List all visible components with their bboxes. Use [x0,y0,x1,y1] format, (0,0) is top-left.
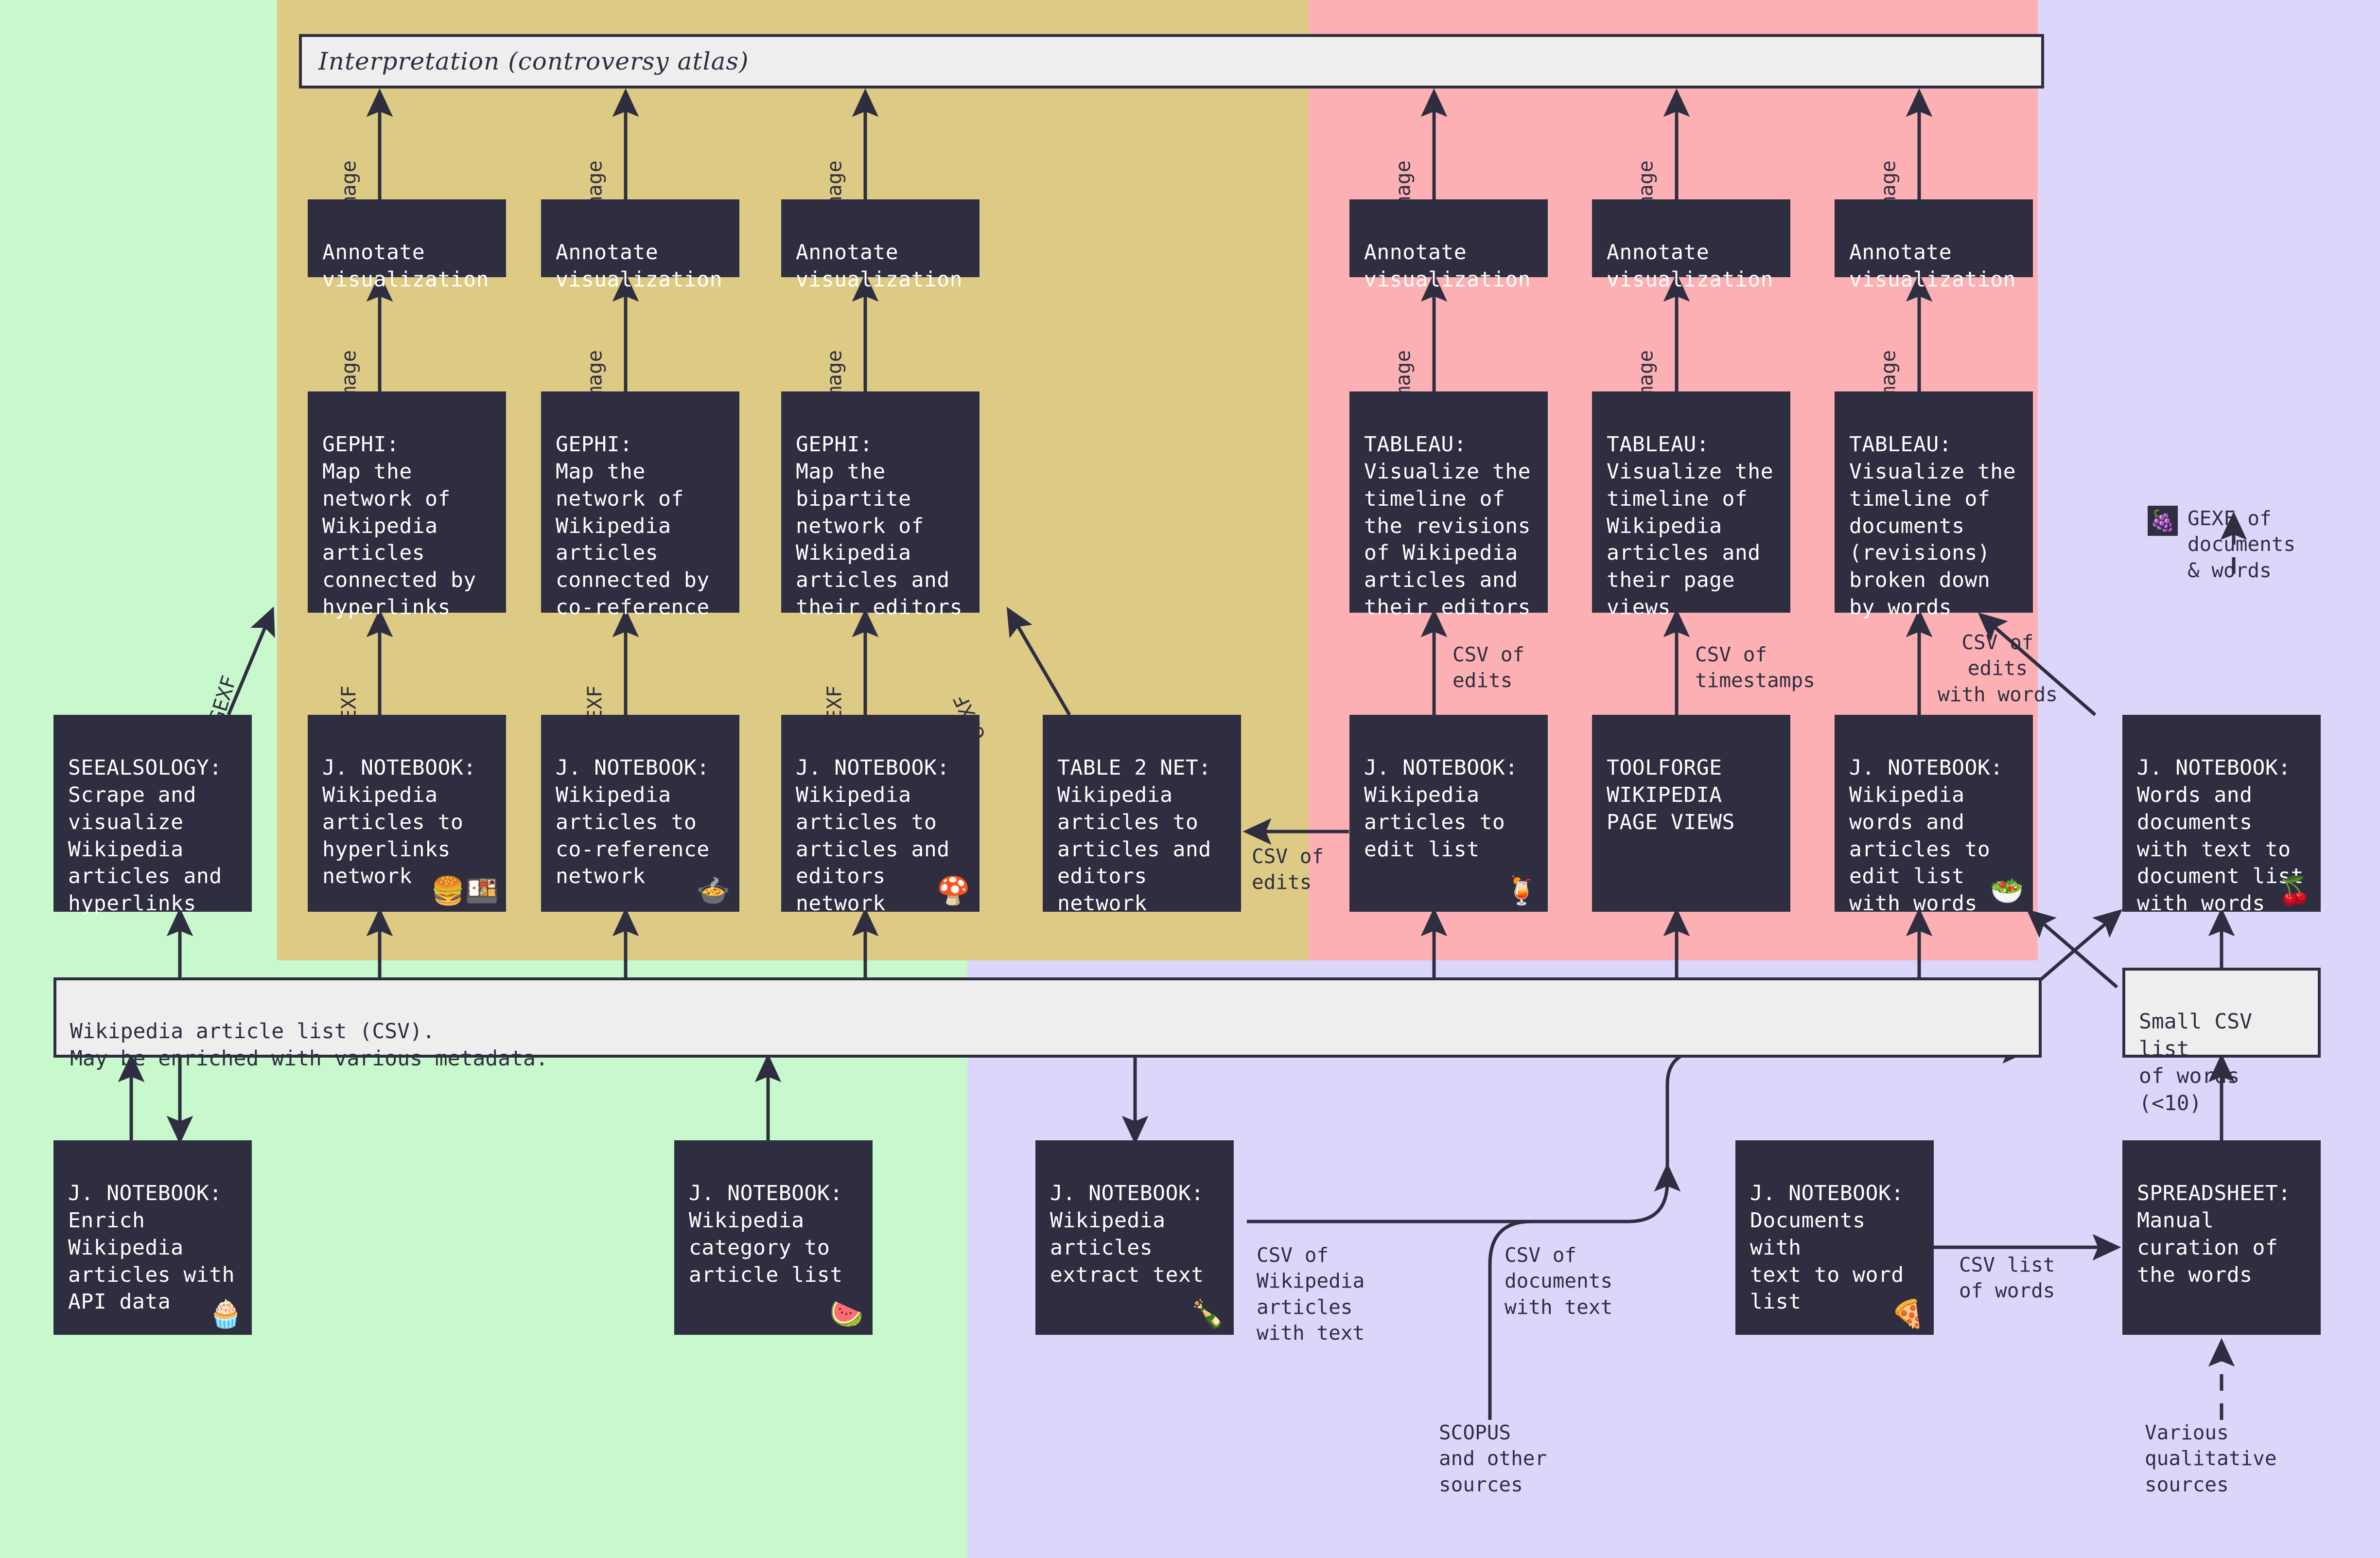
node-label: Annotate visualization [796,240,963,292]
data-wikipedia-article-list: Wikipedia article list (CSV). May be enr… [53,977,2042,1071]
node-label: GEPHI: Map the network of Wikipedia arti… [556,432,710,620]
node-label: J. NOTEBOOK: Wikipedia articles to artic… [796,755,950,916]
edge-label-csv-of-edits-up: CSV of edits [1452,643,1525,692]
node-notebook-category-to-article-list[interactable]: J. NOTEBOOK: Wikipedia category to artic… [674,1140,873,1335]
edge-label-image-12: Image [1876,350,1900,410]
node-label: TABLEAU: Visualize the timeline of docum… [1849,432,2016,620]
node-annotate-visualization-6[interactable]: Annotate visualization [1835,199,2033,292]
legend-gexf-documents-words: 🍇 GEXF of documents & words [2148,506,2352,584]
node-table2net[interactable]: TABLE 2 NET: Wikipedia articles to artic… [1043,715,1241,916]
edge-label-image-10: Image [1391,350,1415,410]
pot-of-food-icon: 🍲 [696,875,731,907]
mushroom-icon: 🍄 [936,875,971,907]
node-label: J. NOTEBOOK: Documents with text to word… [1750,1181,1904,1314]
node-label: Annotate visualization [556,240,723,292]
cherries-icon: 🍒 [2277,875,2312,907]
tropical-drink-icon: 🍹 [1505,875,1539,907]
edge-label-csv-wikipedia-articles-with-text: CSV of Wikipedia articles with text [1257,1243,1365,1345]
interpretation-label: Interpretation (controversy atlas) [318,47,749,75]
node-label: TABLEAU: Visualize the timeline of Wikip… [1607,432,1774,620]
edge-label-gexf-2: GEXF [337,685,361,734]
edge-label-image-3: Image [822,160,846,221]
data-label: Wikipedia article list (CSV). May be enr… [70,1019,548,1071]
node-notebook-documents-to-word-list[interactable]: J. NOTEBOOK: Documents with text to word… [1735,1140,1934,1335]
edge-label-image-4: Image [1391,160,1415,221]
champagne-bottle-icon: 🍾 [1190,1298,1225,1330]
edge-label-gexf-4: GEXF [822,685,846,734]
node-seealsology[interactable]: SEEALSOLOGY: Scrape and visualize Wikipe… [53,715,252,916]
node-gephi-bipartite-network[interactable]: GEPHI: Map the bipartite network of Wiki… [781,391,980,620]
edge-label-image-7: Image [337,350,361,410]
edge-label-csv-of-edits-with-words: CSV of edits with words [1938,631,2058,706]
node-label: J. NOTEBOOK: Wikipedia articles to co-re… [556,755,710,889]
node-label: J. NOTEBOOK: Wikipedia articles to hyper… [322,755,476,889]
interpretation-box: Interpretation (controversy atlas) [299,34,2044,89]
node-notebook-coreference-network[interactable]: J. NOTEBOOK: Wikipedia articles to co-re… [541,715,739,912]
edge-label-csv-list-of-words: CSV list of words [1959,1253,2055,1303]
node-label: J. NOTEBOOK: Wikipedia words and article… [1849,755,2003,916]
node-notebook-edit-list[interactable]: J. NOTEBOOK: Wikipedia articles to edit … [1349,715,1548,912]
node-annotate-visualization-5[interactable]: Annotate visualization [1592,199,1790,292]
pizza-icon: 🍕 [1890,1298,1925,1330]
node-notebook-editors-network[interactable]: J. NOTEBOOK: Wikipedia articles to artic… [781,715,980,916]
node-label: Annotate visualization [322,240,490,292]
node-annotate-visualization-2[interactable]: Annotate visualization [541,199,739,292]
node-tableau-revisions-timeline[interactable]: TABLEAU: Visualize the timeline of the r… [1349,391,1548,620]
edge-label-image-2: Image [583,160,607,221]
node-label: SEEALSOLOGY: Scrape and visualize Wikipe… [68,755,222,916]
node-label: TABLE 2 NET: Wikipedia articles to artic… [1057,755,1211,916]
edge-label-image-6: Image [1876,160,1900,221]
node-annotate-visualization-3[interactable]: Annotate visualization [781,199,980,292]
node-label: J. NOTEBOOK: Wikipedia articles extract … [1050,1181,1204,1287]
node-label: Annotate visualization [1849,240,2016,292]
edge-label-image-5: Image [1634,160,1658,221]
node-label: SPREADSHEET: Manual curation of the word… [2137,1181,2291,1287]
node-tableau-pageviews-timeline[interactable]: TABLEAU: Visualize the timeline of Wikip… [1592,391,1790,620]
edge-label-image-11: Image [1634,350,1658,410]
node-gephi-hyperlinks-network[interactable]: GEPHI: Map the network of Wikipedia arti… [308,391,506,620]
edge-label-image-8: Image [583,350,607,410]
legend-label: GEXF of documents & words [2188,507,2296,582]
node-notebook-enrich-api[interactable]: J. NOTEBOOK: Enrich Wikipedia articles w… [53,1140,252,1335]
edge-label-csv-of-timestamps: CSV of timestamps [1695,643,1815,692]
edge-label-image-9: Image [822,350,846,410]
node-notebook-words-edit-list[interactable]: J. NOTEBOOK: Wikipedia words and article… [1835,715,2033,916]
node-label: TOOLFORGE WIKIPEDIA PAGE VIEWS [1607,755,1735,834]
node-label: J. NOTEBOOK: Wikipedia category to artic… [689,1181,843,1287]
node-annotate-visualization-4[interactable]: Annotate visualization [1349,199,1548,292]
node-label: GEPHI: Map the network of Wikipedia arti… [322,432,476,620]
cupcake-icon: 🧁 [209,1298,243,1330]
node-notebook-words-documents[interactable]: J. NOTEBOOK: Words and documents with te… [2122,715,2321,916]
edge-label-csv-of-edits-left: CSV of edits [1252,845,1324,894]
node-label: Annotate visualization [1364,240,1531,292]
hamburger-and-bento-icon: 🍔🍱 [431,875,499,907]
grapes-icon: 🍇 [2148,506,2178,536]
node-label: J. NOTEBOOK: Wikipedia articles to edit … [1364,755,1518,862]
node-label: GEPHI: Map the bipartite network of Wiki… [796,432,963,620]
node-gephi-coreference-network[interactable]: GEPHI: Map the network of Wikipedia arti… [541,391,739,620]
green-salad-icon: 🥗 [1990,875,2024,907]
node-toolforge-pageviews[interactable]: TOOLFORGE WIKIPEDIA PAGE VIEWS [1592,715,1790,912]
data-small-csv-word-list: Small CSV list of words (<10) [2122,968,2321,1115]
watermelon-icon: 🍉 [829,1298,864,1330]
edge-label-csv-documents-with-text: CSV of documents with text [1505,1243,1613,1319]
node-label: J. NOTEBOOK: Enrich Wikipedia articles w… [68,1181,235,1314]
node-label: TABLEAU: Visualize the timeline of the r… [1364,432,1531,620]
node-tableau-documents-words-timeline[interactable]: TABLEAU: Visualize the timeline of docum… [1835,391,2033,620]
controversy-mapping-pipeline-diagram: Interpretation (controversy atlas) 🍇 GEX… [0,0,2380,1558]
edge-label-image-1: Image [337,160,361,221]
edge-label-gexf-3: GEXF [583,685,607,734]
node-label: Annotate visualization [1607,240,1774,292]
edge-label-scopus-sources: SCOPUS and other sources [1439,1421,1547,1496]
node-spreadsheet-manual-curation[interactable]: SPREADSHEET: Manual curation of the word… [2122,1140,2321,1335]
node-notebook-extract-text[interactable]: J. NOTEBOOK: Wikipedia articles extract … [1035,1140,1234,1335]
edge-label-qualitative-sources: Various qualitative sources [2145,1421,2277,1496]
node-notebook-hyperlinks-network[interactable]: J. NOTEBOOK: Wikipedia articles to hyper… [308,715,506,912]
